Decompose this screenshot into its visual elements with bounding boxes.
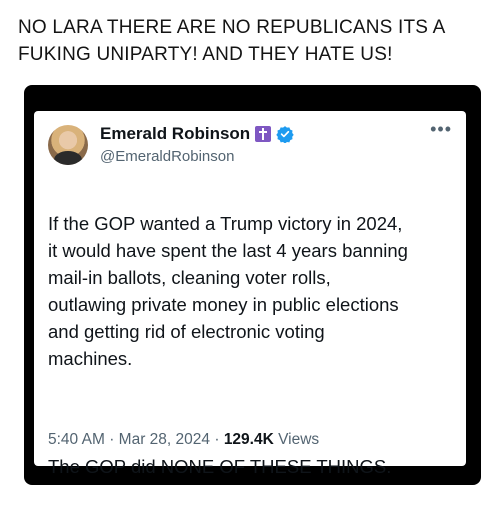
views-label: Views — [278, 431, 320, 448]
meta-separator: · — [109, 431, 115, 448]
avatar[interactable] — [48, 125, 88, 165]
tweet-paragraph-2: The GOP did NONE OF THESE THINGS. — [48, 456, 392, 477]
tweet-meta: 5:40 AM · Mar 28, 2024 · 129.4K Views — [48, 431, 319, 449]
tweet-text: If the GOP wanted a Trump victory in 202… — [48, 183, 458, 507]
meta-separator: · — [214, 431, 220, 448]
tweet-paragraph-1: If the GOP wanted a Trump victory in 202… — [48, 213, 408, 369]
author-handle[interactable]: @EmeraldRobinson — [100, 148, 234, 165]
views-count: 129.4K — [223, 431, 274, 448]
more-options-icon[interactable]: ••• — [430, 119, 452, 140]
author-display-name[interactable]: Emerald Robinson — [100, 124, 250, 144]
author-row: Emerald Robinson — [100, 123, 294, 145]
tweet-date[interactable]: Mar 28, 2024 — [119, 431, 210, 448]
post-caption: NO LARA THERE ARE NO REPUBLICANS ITS A F… — [18, 17, 446, 65]
verified-icon — [276, 125, 294, 144]
cross-icon — [255, 126, 272, 142]
tweet-card[interactable]: Emerald Robinson @EmeraldRobinson ••• If… — [34, 111, 466, 477]
tweet-time[interactable]: 5:40 AM — [48, 431, 105, 448]
